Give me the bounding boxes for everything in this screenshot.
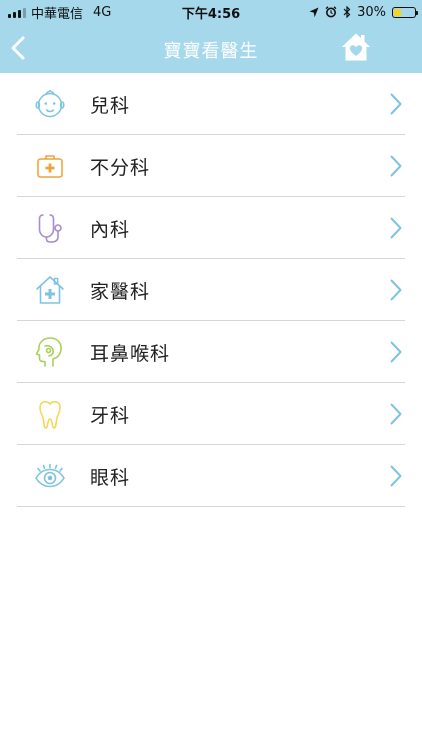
department-row-pediatrics[interactable]: 兒科: [17, 73, 405, 135]
chevron-right-icon: [390, 279, 402, 301]
chevron-right-icon: [390, 93, 402, 115]
department-label: 不分科: [90, 157, 151, 179]
nav-bar: 寶寶看醫生: [0, 24, 422, 73]
department-row-family-medicine[interactable]: 家醫科: [17, 259, 405, 321]
tooth-icon: [39, 400, 61, 429]
department-row-dentistry[interactable]: 牙科: [17, 383, 405, 445]
location-arrow-icon: [309, 7, 319, 17]
department-row-internal-medicine[interactable]: 內科: [17, 197, 405, 259]
department-label: 耳鼻喉科: [90, 343, 171, 365]
medical-kit-icon: [37, 155, 63, 178]
house-cross-icon: [36, 276, 64, 304]
battery-percent: 30%: [357, 4, 386, 20]
head-profile-icon: [35, 337, 62, 367]
eye-icon: [35, 463, 65, 488]
department-label: 家醫科: [90, 281, 151, 303]
chevron-right-icon: [390, 217, 402, 239]
chevron-right-icon: [390, 465, 402, 487]
status-bar: 中華電信 4G 下午4:56 30%: [0, 0, 422, 24]
bluetooth-icon: [343, 6, 351, 18]
department-row-ophthalmology[interactable]: 眼科: [17, 445, 405, 507]
screen: 中華電信 4G 下午4:56 30% 寶寶看醫生 兒科 不分科 內科 家醫科 耳…: [0, 0, 422, 750]
department-label: 兒科: [90, 95, 131, 117]
battery-icon: [392, 6, 418, 18]
chevron-right-icon: [390, 155, 402, 177]
department-row-ent[interactable]: 耳鼻喉科: [17, 321, 405, 383]
department-list: 兒科 不分科 內科 家醫科 耳鼻喉科 牙科 眼科: [17, 73, 405, 507]
department-row-general[interactable]: 不分科: [17, 135, 405, 197]
department-label: 內科: [90, 219, 131, 241]
department-label: 眼科: [90, 467, 131, 489]
home-heart-icon[interactable]: [340, 31, 372, 63]
chevron-right-icon: [390, 341, 402, 363]
header: 中華電信 4G 下午4:56 30% 寶寶看醫生: [0, 0, 422, 73]
battery-fill: [394, 8, 401, 16]
baby-face-icon: [35, 89, 65, 118]
department-label: 牙科: [90, 405, 131, 427]
chevron-right-icon: [390, 403, 402, 425]
alarm-clock-icon: [325, 6, 337, 18]
status-right: 30%: [309, 3, 418, 21]
stethoscope-icon: [38, 214, 62, 243]
